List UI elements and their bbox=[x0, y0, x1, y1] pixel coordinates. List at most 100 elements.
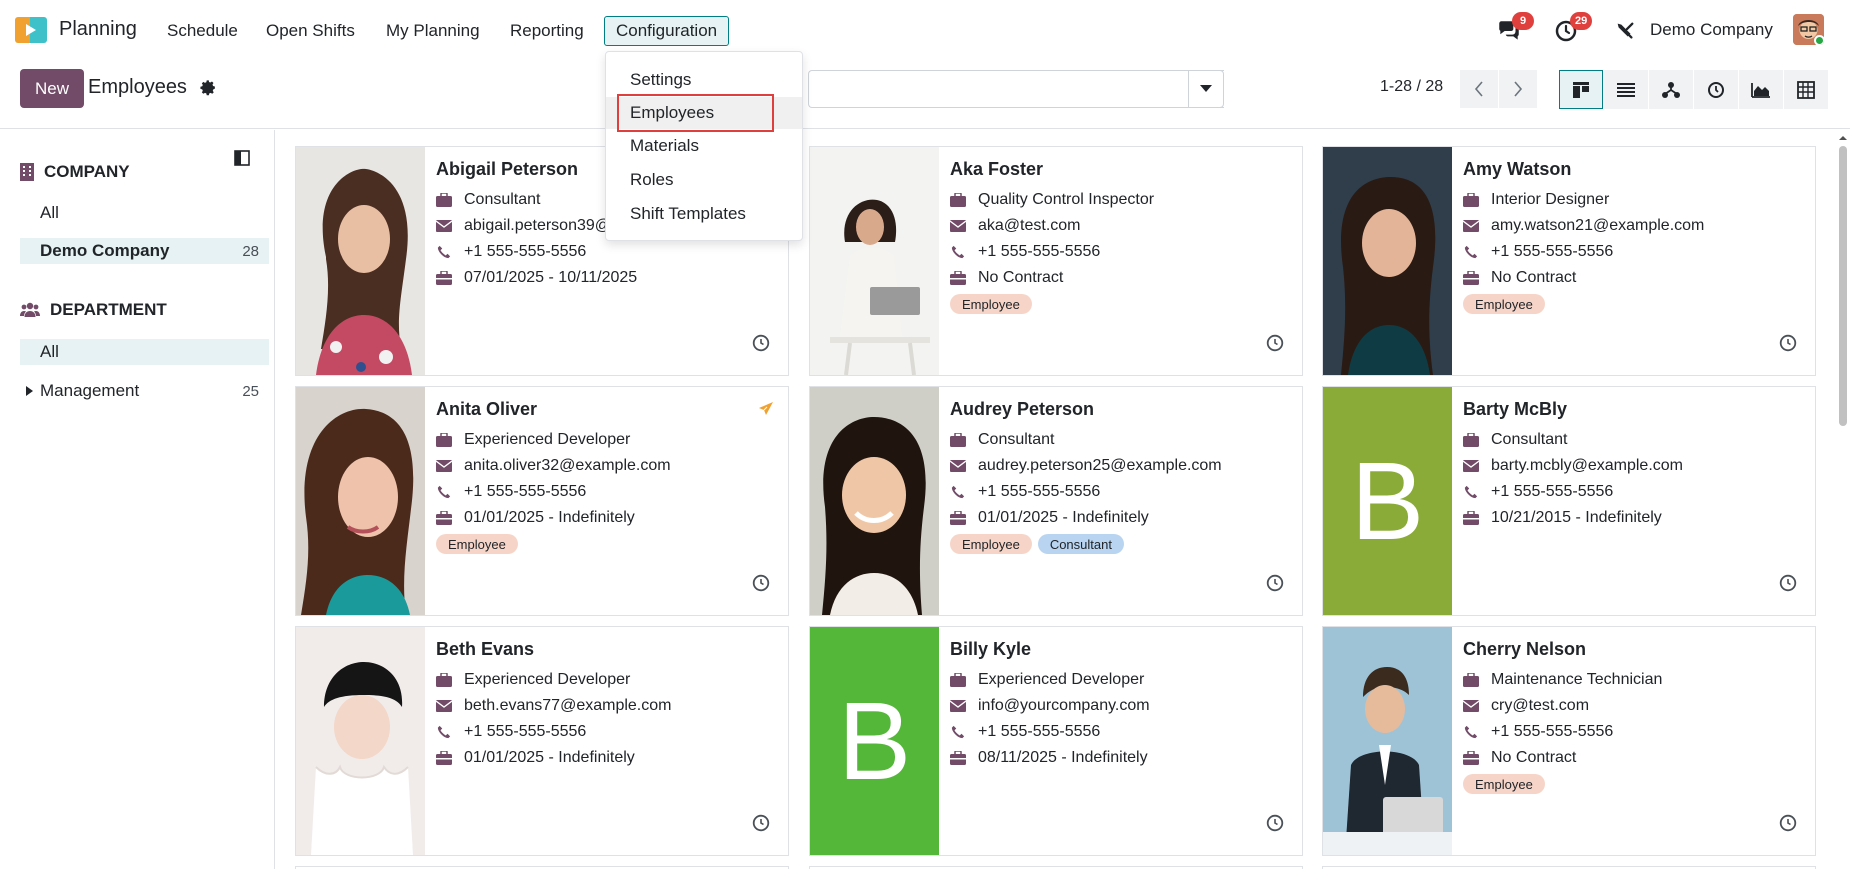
menu-configuration[interactable]: Configuration bbox=[604, 16, 730, 46]
activity-clock-button[interactable] bbox=[1779, 574, 1797, 597]
menu-reporting[interactable]: Reporting bbox=[499, 16, 595, 46]
briefcase-icon bbox=[1463, 193, 1479, 207]
activity-clock-button[interactable] bbox=[1266, 334, 1284, 357]
menu-schedule[interactable]: Schedule bbox=[156, 16, 249, 46]
activity-clock-button[interactable] bbox=[1266, 814, 1284, 837]
employee-card[interactable]: Beth Evans Experienced Developer beth.ev… bbox=[295, 626, 789, 856]
employee-phone[interactable]: +1 555-555-5556 bbox=[464, 243, 586, 261]
employee-job: Experienced Developer bbox=[464, 671, 631, 688]
view-graph-button[interactable] bbox=[1739, 70, 1783, 109]
employee-job-row: Maintenance Technician bbox=[1463, 671, 1662, 689]
chevron-left-icon bbox=[1474, 81, 1483, 97]
employee-name: Cherry Nelson bbox=[1463, 639, 1587, 659]
view-pivot-button[interactable] bbox=[1784, 70, 1828, 109]
employee-email-row: cry@test.com bbox=[1463, 697, 1589, 715]
activity-clock-button[interactable] bbox=[752, 814, 770, 837]
employee-card[interactable]: Amy Watson Interior Designer amy.watson2… bbox=[1322, 146, 1816, 376]
employee-photo bbox=[1323, 147, 1452, 375]
planning-app-icon[interactable] bbox=[15, 17, 49, 43]
actions-gear-button[interactable] bbox=[200, 79, 217, 101]
kanban-icon bbox=[1573, 81, 1589, 98]
employee-phone[interactable]: +1 555-555-5556 bbox=[1491, 723, 1613, 741]
search-options-toggle[interactable] bbox=[1188, 70, 1224, 108]
employee-phone[interactable]: +1 555-555-5556 bbox=[464, 723, 586, 741]
dropdown-item-settings[interactable]: Settings bbox=[606, 64, 802, 96]
employee-name: Beth Evans bbox=[436, 639, 535, 659]
dropdown-item-materials[interactable]: Materials bbox=[606, 130, 802, 162]
view-activity-button[interactable] bbox=[1694, 70, 1738, 109]
dropdown-item-employees[interactable]: Employees bbox=[606, 97, 802, 129]
new-button[interactable]: New bbox=[20, 69, 84, 108]
employee-card[interactable]: B Billy Kyle Experienced Developer info@… bbox=[809, 626, 1303, 856]
employee-email[interactable]: audrey.peterson25@example.com bbox=[978, 457, 1222, 475]
search-panel-sidebar: COMPANY All Demo Company 28 DEPARTMENT A… bbox=[0, 130, 275, 869]
sidebar-toggle-icon bbox=[234, 150, 250, 166]
sidebar-item-count: 28 bbox=[242, 242, 259, 260]
view-list-button[interactable] bbox=[1604, 70, 1648, 109]
sidebar-item-demo-company[interactable]: Demo Company 28 bbox=[20, 238, 269, 264]
employee-card[interactable]: Aka Foster Quality Control Inspector aka… bbox=[809, 146, 1303, 376]
employee-email[interactable]: info@yourcompany.com bbox=[978, 697, 1150, 715]
messages-button[interactable]: 9 bbox=[1496, 12, 1534, 44]
dropdown-item-roles[interactable]: Roles bbox=[606, 164, 802, 196]
employee-phone[interactable]: +1 555-555-5556 bbox=[464, 483, 586, 501]
view-hierarchy-button[interactable] bbox=[1649, 70, 1693, 109]
app-name[interactable]: Planning bbox=[59, 18, 137, 41]
employee-email[interactable]: beth.evans77@example.com bbox=[464, 697, 671, 715]
employee-card[interactable]: Cherry Nelson Maintenance Technician cry… bbox=[1322, 626, 1816, 856]
employee-email[interactable]: amy.watson21@example.com bbox=[1491, 217, 1704, 235]
department-section-label: DEPARTMENT bbox=[50, 300, 167, 319]
employee-phone[interactable]: +1 555-555-5556 bbox=[978, 723, 1100, 741]
activity-clock-button[interactable] bbox=[1266, 574, 1284, 597]
employee-tags: Employee bbox=[1463, 774, 1545, 794]
search-input[interactable] bbox=[808, 70, 1224, 108]
envelope-icon bbox=[950, 220, 966, 232]
scrollbar-thumb[interactable] bbox=[1839, 146, 1847, 426]
menu-my-planning[interactable]: My Planning bbox=[375, 16, 491, 46]
sidebar-item-department-all[interactable]: All bbox=[20, 339, 269, 365]
employee-card[interactable]: Anita Oliver Experienced Developer anita… bbox=[295, 386, 789, 616]
messages-badge: 9 bbox=[1512, 12, 1534, 30]
employee-name: Anita Oliver bbox=[436, 399, 538, 419]
employee-email[interactable]: anita.oliver32@example.com bbox=[464, 457, 671, 475]
activity-clock-button[interactable] bbox=[752, 334, 770, 357]
employee-phone[interactable]: +1 555-555-5556 bbox=[1491, 243, 1613, 261]
collapse-sidebar-button[interactable] bbox=[234, 150, 250, 171]
clock-icon bbox=[1266, 574, 1284, 592]
pager-value[interactable]: 1-28 / 28 bbox=[1380, 78, 1443, 96]
tag-employee: Employee bbox=[1463, 294, 1545, 314]
sidebar-item-label: All bbox=[40, 342, 59, 361]
sidebar-item-management[interactable]: Management 25 bbox=[20, 378, 269, 404]
employee-email-row: info@yourcompany.com bbox=[950, 697, 1150, 715]
activities-button[interactable]: 29 bbox=[1554, 12, 1593, 44]
menu-open-shifts[interactable]: Open Shifts bbox=[255, 16, 366, 46]
employee-name: Billy Kyle bbox=[950, 639, 1032, 659]
clock-icon bbox=[752, 574, 770, 592]
sidebar-item-company-all[interactable]: All bbox=[20, 200, 269, 226]
activity-clock-button[interactable] bbox=[752, 574, 770, 597]
activity-clock-button[interactable] bbox=[1779, 814, 1797, 837]
employee-card[interactable]: B Barty McBly Consultant barty.mcbly@exa… bbox=[1322, 386, 1816, 616]
employee-card[interactable]: Audrey Peterson Consultant audrey.peters… bbox=[809, 386, 1303, 616]
user-avatar[interactable] bbox=[1793, 14, 1824, 45]
activity-clock-button[interactable] bbox=[1779, 334, 1797, 357]
dropdown-item-shift-templates[interactable]: Shift Templates bbox=[606, 198, 802, 230]
employees-kanban: Abigail Peterson Consultant abigail.pete… bbox=[276, 130, 1836, 869]
employee-email[interactable]: cry@test.com bbox=[1491, 697, 1589, 715]
pager-previous-button[interactable] bbox=[1460, 70, 1498, 108]
pager-next-button[interactable] bbox=[1499, 70, 1537, 108]
employee-tags: Employee bbox=[950, 294, 1032, 314]
company-switcher[interactable]: Demo Company bbox=[1650, 20, 1773, 40]
employee-job: Consultant bbox=[1491, 431, 1568, 448]
scrollbar[interactable] bbox=[1836, 130, 1850, 869]
employee-phone[interactable]: +1 555-555-5556 bbox=[1491, 483, 1613, 501]
employee-email[interactable]: barty.mcbly@example.com bbox=[1491, 457, 1683, 475]
employee-phone-row: +1 555-555-5556 bbox=[950, 243, 1100, 261]
employee-photo bbox=[810, 387, 939, 615]
employee-job: Consultant bbox=[978, 431, 1055, 448]
view-kanban-button[interactable] bbox=[1559, 70, 1603, 109]
employee-email[interactable]: aka@test.com bbox=[978, 217, 1081, 235]
debug-tools-button[interactable] bbox=[1612, 14, 1642, 44]
employee-phone[interactable]: +1 555-555-5556 bbox=[978, 243, 1100, 261]
employee-phone[interactable]: +1 555-555-5556 bbox=[978, 483, 1100, 501]
